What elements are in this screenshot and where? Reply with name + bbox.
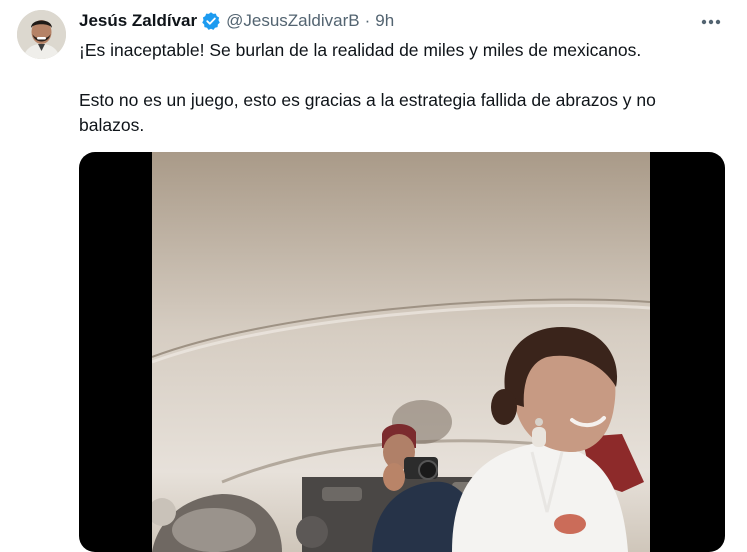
more-options-icon[interactable] — [699, 12, 723, 32]
video-frame[interactable] — [152, 152, 650, 552]
tweet-media-video[interactable] — [79, 152, 725, 552]
tweet-text-line-1: ¡Es inaceptable! Se burlan de la realida… — [79, 40, 642, 60]
tweet-header: Jesús Zaldívar @JesusZaldivarB · 9h — [79, 10, 394, 32]
separator-dot: · — [364, 11, 371, 30]
tweet-text: ¡Es inaceptable! Se burlan de la realida… — [79, 38, 719, 138]
author-name[interactable]: Jesús Zaldívar — [79, 11, 197, 31]
tweet: Jesús Zaldívar @JesusZaldivarB · 9h ¡Es … — [0, 0, 747, 552]
tweet-text-line-2: Esto no es un juego, esto es gracias a l… — [79, 90, 656, 135]
author-handle[interactable]: @JesusZaldivarB — [226, 11, 359, 31]
author-avatar[interactable] — [17, 10, 66, 59]
tweet-timestamp[interactable]: 9h — [375, 11, 394, 31]
verified-badge-icon[interactable] — [201, 11, 221, 31]
